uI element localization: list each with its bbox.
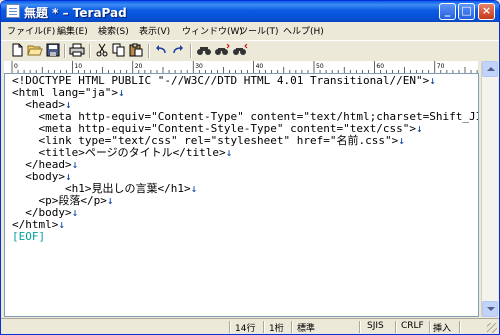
scroll-up-button[interactable] xyxy=(482,61,498,77)
title-bar[interactable]: 無題 * – TeraPad _ □ × xyxy=(1,1,499,22)
status-separator xyxy=(291,321,293,333)
menu-window[interactable]: ウィンドウ(W) xyxy=(182,24,243,37)
eol-mark: ↓ xyxy=(58,218,65,231)
toolbar-separator xyxy=(148,44,150,58)
maximize-button[interactable]: □ xyxy=(458,3,475,20)
menu-tools[interactable]: ツール(T) xyxy=(239,24,279,37)
paste-icon[interactable] xyxy=(128,43,144,59)
undo-icon[interactable] xyxy=(153,43,169,59)
find-icon[interactable] xyxy=(196,43,212,59)
eol-mark: ↓ xyxy=(106,194,114,207)
redo-icon[interactable] xyxy=(170,43,186,59)
status-separator xyxy=(263,321,265,333)
status-separator xyxy=(359,321,361,333)
eol-mark: ↓ xyxy=(398,134,405,147)
status-line: 14行 xyxy=(235,324,256,334)
status-separator xyxy=(429,321,431,333)
status-separator xyxy=(459,321,461,333)
window-title: 無題 * – TeraPad xyxy=(24,6,127,20)
ruler-label: 70 xyxy=(437,63,445,70)
vertical-scrollbar[interactable] xyxy=(481,61,498,317)
status-line-ending: CRLF xyxy=(401,321,424,331)
ruler-label: 40 xyxy=(256,63,264,70)
scroll-down-button[interactable] xyxy=(482,301,498,317)
ruler-label: 60 xyxy=(376,63,384,70)
resize-grip[interactable] xyxy=(487,323,497,333)
status-column: 1桁 xyxy=(269,324,284,334)
menu-view[interactable]: 表示(V) xyxy=(139,24,170,37)
menu-file[interactable]: ファイル(F) xyxy=(7,24,55,37)
eof-marker: [EOF] xyxy=(12,230,46,243)
menu-edit[interactable]: 編集(E) xyxy=(57,24,88,37)
menu-help[interactable]: ヘルプ(H) xyxy=(283,24,324,37)
eol-mark: ↓ xyxy=(190,182,198,195)
save-icon[interactable] xyxy=(45,43,61,59)
find-next-icon[interactable] xyxy=(214,43,230,59)
ruler-label: 20 xyxy=(135,63,143,70)
ruler-label: 30 xyxy=(195,63,203,70)
status-separator xyxy=(395,321,397,333)
toolbar-separator xyxy=(89,44,91,58)
close-button[interactable]: × xyxy=(478,3,495,20)
status-encoding: SJIS xyxy=(367,321,384,331)
eol-mark: ↓ xyxy=(71,158,79,171)
cut-icon[interactable] xyxy=(94,43,110,59)
text-editor[interactable]: <!DOCTYPE HTML PUBLIC "-//W3C//DTD HTML … xyxy=(4,73,479,317)
find-prev-icon[interactable] xyxy=(232,43,248,59)
eol-mark: ↓ xyxy=(225,146,233,159)
eol-mark: ↓ xyxy=(117,86,125,99)
ruler-label: 10 xyxy=(74,63,82,70)
copy-icon[interactable] xyxy=(111,43,127,59)
eol-mark: ↓ xyxy=(71,206,79,219)
terapad-window: 無題 * – TeraPad _ □ × ファイル(F) 編集(E) 検索(S)… xyxy=(0,0,500,335)
eol-mark: ↓ xyxy=(415,122,423,135)
status-bar: 14行 1桁 標準 SJIS CRLF 挿入 xyxy=(1,318,499,334)
terapad-app-icon[interactable] xyxy=(6,4,20,18)
toolbar xyxy=(1,40,499,60)
minimize-button[interactable]: _ xyxy=(439,3,456,20)
status-separator xyxy=(229,321,231,333)
print-icon[interactable] xyxy=(69,43,85,59)
new-file-icon[interactable] xyxy=(9,43,25,59)
toolbar-separator xyxy=(64,44,66,58)
status-mode: 標準 xyxy=(297,324,316,334)
menu-search[interactable]: 検索(S) xyxy=(98,24,129,37)
menu-bar: ファイル(F) 編集(E) 検索(S) 表示(V) ウィンドウ(W) ツール(T… xyxy=(1,22,499,40)
open-folder-icon[interactable] xyxy=(27,43,43,59)
ruler-label: 50 xyxy=(316,63,324,70)
status-insert-mode: 挿入 xyxy=(433,324,452,334)
toolbar-separator xyxy=(190,44,192,58)
ruler-label: 0 xyxy=(14,63,18,70)
eol-mark: ↓ xyxy=(429,74,436,87)
